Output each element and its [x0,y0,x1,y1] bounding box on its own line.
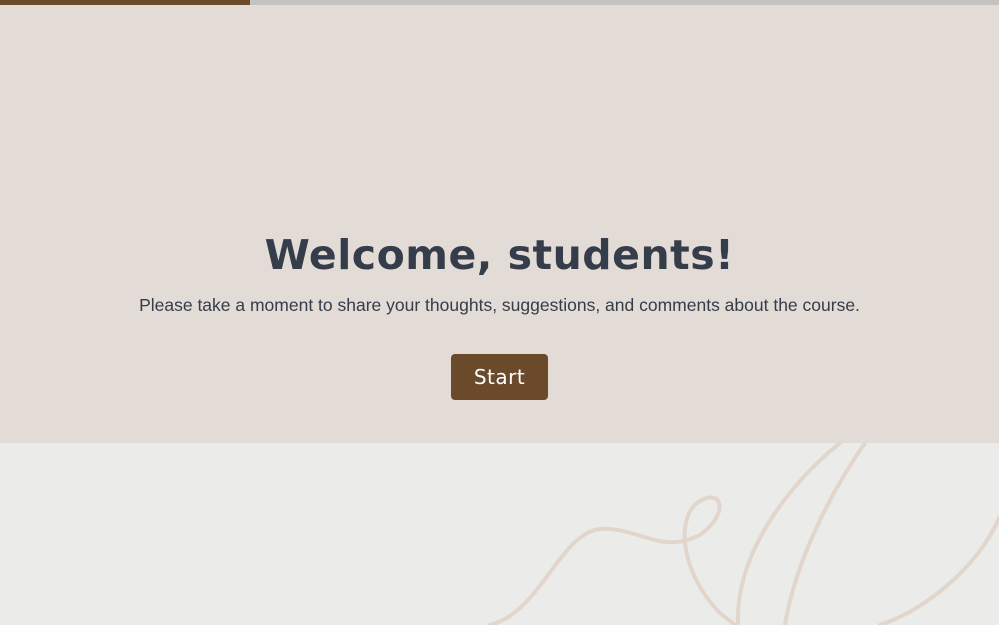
welcome-hero: Welcome, students! Please take a moment … [0,5,999,443]
start-button[interactable]: Start [451,354,548,400]
decorative-line-art [488,443,999,625]
decorative-curve-1 [488,495,737,625]
page-title: Welcome, students! [264,231,735,279]
page-subtitle: Please take a moment to share your thoug… [139,295,860,315]
decorative-curve-4 [878,516,999,625]
decorative-curve-3 [783,443,867,625]
